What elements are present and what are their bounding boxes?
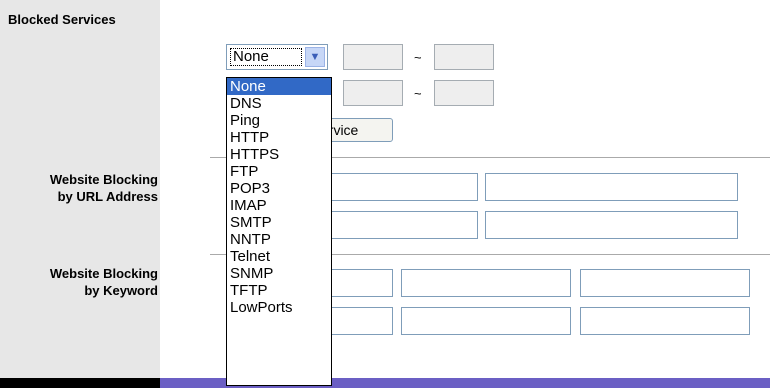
dropdown-option[interactable]: DNS (227, 95, 331, 112)
keyword-input[interactable] (401, 269, 571, 297)
port-start-input[interactable] (343, 44, 403, 70)
port-end-input[interactable] (434, 44, 494, 70)
url-input[interactable] (485, 173, 738, 201)
url-input[interactable] (485, 211, 738, 239)
range-separator: ~ (414, 50, 422, 65)
service-select-value: None (230, 48, 302, 66)
service-dropdown-list[interactable]: None DNS Ping HTTP HTTPS FTP POP3 IMAP S… (226, 77, 332, 386)
dropdown-option[interactable]: FTP (227, 163, 331, 180)
dropdown-option[interactable]: LowPorts (227, 299, 331, 316)
dropdown-option[interactable]: HTTP (227, 129, 331, 146)
range-separator: ~ (414, 86, 422, 101)
chevron-down-icon[interactable]: ▼ (305, 47, 325, 67)
url-blocking-label-line2: by URL Address (57, 189, 158, 204)
keyword-input[interactable] (580, 269, 750, 297)
dropdown-option[interactable]: NNTP (227, 231, 331, 248)
keyword-input[interactable] (401, 307, 571, 335)
blocked-services-label: Blocked Services (8, 12, 116, 27)
service-select[interactable]: None ▼ (226, 44, 328, 70)
dropdown-option[interactable]: POP3 (227, 180, 331, 197)
dropdown-option[interactable]: None (227, 78, 331, 95)
port-end-input[interactable] (434, 80, 494, 106)
dropdown-option[interactable]: TFTP (227, 282, 331, 299)
sidebar-divider (160, 0, 163, 378)
dropdown-option[interactable]: HTTPS (227, 146, 331, 163)
url-blocking-label-line1: Website Blocking (49, 172, 158, 187)
keyword-blocking-label-line2: by Keyword (84, 283, 158, 298)
keyword-blocking-label-line1: Website Blocking (49, 266, 158, 281)
dropdown-option[interactable]: IMAP (227, 197, 331, 214)
port-start-input[interactable] (343, 80, 403, 106)
dropdown-option[interactable]: SMTP (227, 214, 331, 231)
keyword-input[interactable] (580, 307, 750, 335)
dropdown-option[interactable]: Telnet (227, 248, 331, 265)
footer-bar-left (0, 378, 160, 388)
dropdown-option[interactable]: Ping (227, 112, 331, 129)
dropdown-option[interactable]: SNMP (227, 265, 331, 282)
